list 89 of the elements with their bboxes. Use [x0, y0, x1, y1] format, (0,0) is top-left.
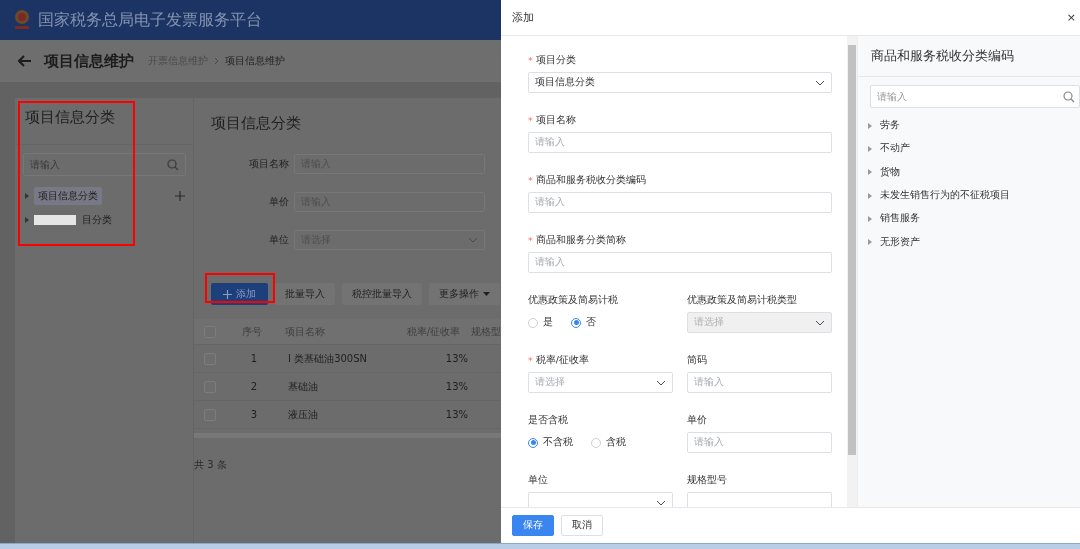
close-button[interactable]: × [1064, 11, 1078, 24]
add-icon[interactable] [175, 191, 185, 201]
platform-title: 国家税务总局电子发票服务平台 [38, 9, 262, 31]
filter-label: 单价 [268, 195, 290, 209]
caret-icon [656, 380, 666, 386]
field-label: 是否含税 [528, 413, 568, 427]
caret-icon [815, 80, 825, 86]
filter-label: 单位 [268, 233, 290, 247]
import-button[interactable]: 批量导入 [275, 283, 335, 305]
field-label: 商品和服务分类简称 [535, 233, 626, 247]
required-mark: * [528, 54, 533, 66]
input-field[interactable]: 请输入 [528, 252, 832, 273]
field-label: 项目名称 [535, 113, 576, 127]
caret-icon [815, 320, 825, 326]
radio-option[interactable]: 否 [571, 316, 596, 329]
table-cell-text: 1 [249, 353, 259, 364]
input-field[interactable]: 请输入 [528, 192, 832, 213]
tree-item[interactable]: 劳务 [880, 119, 900, 133]
expand-icon[interactable] [25, 193, 29, 199]
caret-icon [656, 500, 666, 506]
page-title: 项目信息维护 [44, 51, 134, 71]
search-icon[interactable] [167, 158, 179, 171]
tree-item[interactable]: 货物 [880, 165, 900, 179]
cancel-button[interactable]: 取消 [561, 515, 603, 536]
section-title: 项目信息分类 [211, 114, 302, 133]
panel-title: 商品和服务税收分类编码 [858, 36, 1080, 77]
field-label: 商品和服务税收分类编码 [535, 173, 646, 187]
tree-item[interactable]: 不动产 [880, 142, 910, 156]
expand-icon[interactable] [868, 169, 872, 176]
radio-option[interactable]: 不含税 [528, 436, 573, 449]
total-count: 共 3 条 [194, 458, 228, 472]
tree-item[interactable]: 项目信息分类 [34, 187, 102, 205]
required-mark: * [528, 174, 533, 186]
table-cell-text: 液压油 [287, 407, 319, 422]
expand-icon[interactable] [25, 217, 29, 223]
table-cell-text: 2 [249, 381, 259, 392]
field-label: 简码 [687, 353, 707, 367]
radio-option[interactable]: 含税 [591, 436, 626, 449]
scrollbar[interactable] [847, 36, 857, 507]
breadcrumb-item: 项目信息维护 [225, 54, 285, 68]
tree-item[interactable]: 销售服务 [880, 212, 920, 226]
tree-item[interactable]: 目分类 [78, 211, 116, 229]
input-field[interactable]: 请输入 [687, 432, 832, 453]
input-field[interactable]: 请输入 [528, 132, 832, 153]
emblem-icon [12, 9, 32, 31]
import-button[interactable]: 税控批量导入 [342, 283, 422, 305]
required-mark: * [528, 354, 533, 366]
select-field[interactable] [528, 492, 673, 507]
more-actions-button[interactable]: 更多操作 [429, 283, 500, 305]
table-cell-text: 3 [249, 409, 259, 420]
expand-icon[interactable] [868, 192, 872, 199]
input-field[interactable]: 请输入 [687, 372, 832, 393]
filter-label: 项目名称 [248, 157, 290, 171]
tree-item[interactable]: 未发生销售行为的不征税项目 [880, 189, 1010, 203]
field-label: 规格型号 [687, 473, 727, 487]
back-arrow-icon[interactable] [18, 55, 32, 67]
table-cell-text: 13% [444, 409, 469, 420]
radio-option[interactable]: 是 [528, 316, 553, 329]
field-label: 单位 [528, 473, 548, 487]
required-mark: * [528, 114, 533, 126]
required-mark: * [528, 234, 533, 246]
table-cell-text: 基础油 [287, 379, 319, 394]
table-cell-text: I 类基础油300SN [287, 351, 369, 366]
field-label: 税率/征收率 [535, 353, 589, 367]
plus-icon [223, 289, 232, 299]
select-field[interactable]: 请选择 [528, 372, 673, 393]
save-button[interactable]: 保存 [512, 515, 554, 536]
select-field[interactable]: 项目信息分类 [528, 72, 832, 93]
table-cell-text: 13% [444, 353, 469, 364]
tree-item[interactable]: 无形资产 [880, 235, 920, 249]
field-label: 优惠政策及简易计税类型 [687, 293, 797, 307]
caret-icon [483, 292, 490, 296]
drawer-title: 添加 [512, 10, 534, 25]
chevron-icon [214, 57, 219, 65]
highlight-frame [205, 273, 275, 303]
search-icon[interactable] [1063, 90, 1075, 103]
caret-icon [468, 237, 478, 243]
field-label: 单价 [687, 413, 707, 427]
expand-icon[interactable] [868, 215, 872, 222]
table-cell-text: 13% [444, 381, 469, 392]
expand-icon[interactable] [868, 122, 872, 129]
field-label: 优惠政策及简易计税 [528, 293, 618, 307]
field-label: 项目分类 [535, 53, 576, 67]
expand-icon[interactable] [868, 239, 872, 246]
panel-title: 项目信息分类 [15, 98, 193, 145]
add-button[interactable]: 添加 [211, 283, 268, 305]
expand-icon[interactable] [868, 145, 872, 152]
search-field[interactable]: 请输入 [870, 85, 1080, 108]
input-field[interactable] [687, 492, 832, 507]
